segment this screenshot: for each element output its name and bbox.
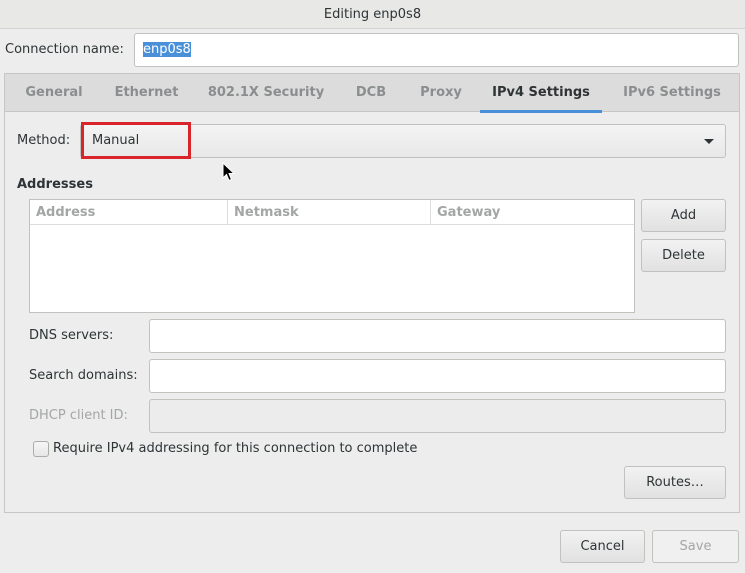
- column-gateway[interactable]: Gateway: [431, 200, 634, 225]
- mouse-pointer-icon: [222, 162, 236, 182]
- connection-name-label: Connection name:: [5, 42, 124, 57]
- search-domains-label: Search domains:: [29, 368, 138, 383]
- window-title: Editing enp0s8: [0, 0, 745, 29]
- column-address[interactable]: Address: [30, 200, 228, 225]
- tab-8021x-security[interactable]: 802.1X Security: [201, 74, 331, 112]
- tab-ethernet[interactable]: Ethernet: [106, 74, 187, 112]
- delete-address-button[interactable]: Delete: [641, 239, 726, 272]
- column-netmask[interactable]: Netmask: [228, 200, 431, 225]
- connection-name-input[interactable]: enp0s8: [134, 33, 739, 67]
- addresses-table[interactable]: Address Netmask Gateway: [29, 199, 635, 313]
- require-ipv4-checkbox[interactable]: [33, 441, 49, 457]
- routes-button[interactable]: Routes…: [624, 466, 726, 499]
- dns-servers-input[interactable]: [149, 319, 726, 353]
- save-button: Save: [652, 530, 739, 563]
- chevron-down-icon: [704, 139, 714, 144]
- require-ipv4-label[interactable]: Require IPv4 addressing for this connect…: [53, 441, 417, 456]
- tab-strip: General Ethernet 802.1X Security DCB Pro…: [5, 74, 739, 113]
- dhcp-client-id-label: DHCP client ID:: [29, 408, 128, 423]
- addresses-title: Addresses: [17, 177, 93, 192]
- tab-ipv4-settings[interactable]: IPv4 Settings: [480, 74, 602, 113]
- dns-servers-label: DNS servers:: [29, 328, 114, 343]
- connection-name-value: enp0s8: [143, 42, 191, 57]
- method-label: Method:: [17, 133, 71, 148]
- method-highlight-box: [81, 122, 191, 159]
- tab-general[interactable]: General: [15, 74, 93, 112]
- add-address-button[interactable]: Add: [641, 199, 726, 232]
- cancel-button[interactable]: Cancel: [560, 530, 645, 563]
- tab-ipv6-settings[interactable]: IPv6 Settings: [611, 74, 733, 112]
- dhcp-client-id-input: [149, 399, 726, 433]
- tab-proxy[interactable]: Proxy: [409, 74, 473, 112]
- tab-dcb[interactable]: DCB: [346, 74, 396, 112]
- addresses-table-header: Address Netmask Gateway: [30, 200, 634, 225]
- search-domains-input[interactable]: [149, 359, 726, 393]
